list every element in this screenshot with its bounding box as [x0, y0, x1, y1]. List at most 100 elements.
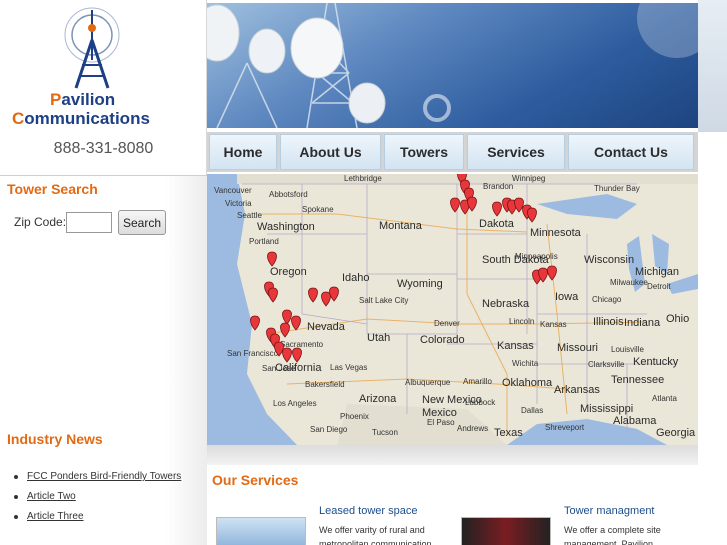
city-label: Las Vegas — [330, 363, 368, 372]
state-label: Iowa — [555, 291, 579, 303]
city-label: Tucson — [372, 428, 398, 437]
city-label: Abbotsford — [269, 190, 308, 199]
state-label: Utah — [367, 332, 391, 344]
service-title-management[interactable]: Tower managment — [564, 505, 655, 517]
city-label: Andrews — [457, 424, 489, 433]
service-title-leased[interactable]: Leased tower space — [319, 505, 417, 517]
city-label: Minneapolis — [515, 252, 558, 261]
logo-line-2-rest: ommunications — [24, 109, 150, 128]
city-label: Clarksville — [588, 360, 625, 369]
banner-edge — [698, 0, 727, 132]
city-label: Victoria — [225, 199, 252, 208]
state-label: Montana — [379, 220, 422, 232]
city-label: Denver — [434, 319, 460, 328]
state-label: Ohio — [666, 313, 690, 325]
news-link[interactable]: Article Two — [27, 491, 76, 502]
city-label: Detroit — [647, 282, 671, 291]
nav-about-us[interactable]: About Us — [280, 134, 381, 170]
logo-line-2: Communications — [12, 109, 150, 128]
city-label: San Jose — [262, 364, 296, 373]
page-right-margin — [698, 174, 727, 545]
state-label: Indiana — [624, 317, 661, 329]
left-sidebar: Pavilion Communications 888-331-8080 Tow… — [0, 0, 207, 545]
nav-home[interactable]: Home — [209, 134, 277, 170]
city-label: Lincoln — [509, 317, 535, 326]
city-label: Vancouver — [214, 186, 252, 195]
left-panel: Tower Search Zip Code: Search Industry N… — [0, 175, 207, 545]
city-label: Dallas — [521, 406, 544, 415]
tower-location-map[interactable]: Washington Oregon Idaho Montana Wyoming … — [207, 174, 698, 445]
logo-line-1-rest: avilion — [61, 90, 116, 109]
news-list: FCC Ponders Bird-Friendly Towers Article… — [12, 469, 192, 529]
city-label: San Francisco — [227, 349, 279, 358]
news-item: Article Three — [12, 509, 192, 525]
main-nav: Home About Us Towers Services Contact Us — [207, 132, 698, 172]
state-label: Missouri — [557, 342, 598, 354]
service-text-leased-2: metropolitan communication — [319, 539, 432, 545]
state-label: Mississippi — [580, 403, 634, 415]
state-label: Georgia — [656, 427, 696, 439]
city-label: Wichita — [512, 359, 539, 368]
city-label: Phoenix — [340, 412, 369, 421]
state-label: Nebraska — [482, 298, 530, 310]
tower-search-heading: Tower Search — [7, 181, 98, 197]
city-label: Los Angeles — [273, 399, 317, 408]
zip-code-label: Zip Code: — [14, 215, 67, 229]
nav-contact-us[interactable]: Contact Us — [568, 134, 694, 170]
city-label: Sacramento — [280, 340, 324, 349]
service-image-leased — [216, 517, 306, 545]
city-label: Seattle — [237, 211, 262, 220]
city-label: Winnipeg — [512, 174, 546, 183]
state-label: Illinois — [593, 316, 624, 328]
city-label: El Paso — [427, 418, 455, 427]
state-label: Dakota — [479, 218, 514, 230]
nav-towers[interactable]: Towers — [384, 134, 464, 170]
state-label: Oklahoma — [502, 377, 553, 389]
service-text-management-1: We offer a complete site — [564, 525, 661, 535]
city-label: Amarillo — [463, 377, 492, 386]
city-label: Thunder Bay — [594, 184, 640, 193]
search-button[interactable]: Search — [118, 210, 166, 235]
state-label: Kentucky — [633, 356, 679, 368]
city-label: Chicago — [592, 295, 622, 304]
state-label: Wyoming — [397, 278, 443, 290]
state-label: Washington — [257, 221, 315, 233]
city-label: Brandon — [483, 182, 514, 191]
state-label: Texas — [494, 427, 523, 439]
city-label: Lubbock — [465, 398, 496, 407]
state-label: Wisconsin — [584, 254, 635, 266]
city-label: Kansas — [540, 320, 567, 329]
state-label: Arkansas — [554, 384, 600, 396]
state-label: Tennessee — [611, 374, 665, 386]
city-label: San Diego — [310, 425, 348, 434]
state-label: Kansas — [497, 340, 534, 352]
city-label: Bakersfield — [305, 380, 345, 389]
city-label: Spokane — [302, 205, 334, 214]
city-label: Albuquerque — [405, 378, 451, 387]
nav-services[interactable]: Services — [467, 134, 565, 170]
city-label: Lethbridge — [344, 174, 382, 183]
state-label: Michigan — [635, 266, 680, 278]
header-banner — [207, 3, 698, 128]
company-logo[interactable]: Pavilion Communications — [0, 0, 207, 132]
tower-logo-icon — [64, 7, 120, 89]
state-label: Idaho — [342, 272, 370, 284]
state-label: Nevada — [307, 321, 345, 333]
news-link[interactable]: FCC Ponders Bird-Friendly Towers — [27, 471, 181, 482]
service-text-management-2: management. Pavilion — [564, 539, 654, 545]
section-divider — [207, 445, 698, 465]
news-item: FCC Ponders Bird-Friendly Towers — [12, 469, 192, 485]
our-services-heading: Our Services — [212, 472, 299, 488]
zip-code-input[interactable] — [66, 212, 112, 233]
news-link[interactable]: Article Three — [27, 511, 84, 522]
state-label: Oregon — [270, 266, 307, 278]
service-text-leased-1: We offer varity of rural and — [319, 525, 425, 535]
service-image-management — [461, 517, 551, 545]
state-label: Alabama — [613, 415, 657, 427]
city-label: Louisville — [611, 345, 644, 354]
city-label: Portland — [249, 237, 279, 246]
city-label: Salt Lake City — [359, 296, 409, 305]
state-label: Minnesota — [530, 227, 581, 239]
city-label: Shreveport — [545, 423, 585, 432]
industry-news-heading: Industry News — [7, 431, 103, 447]
